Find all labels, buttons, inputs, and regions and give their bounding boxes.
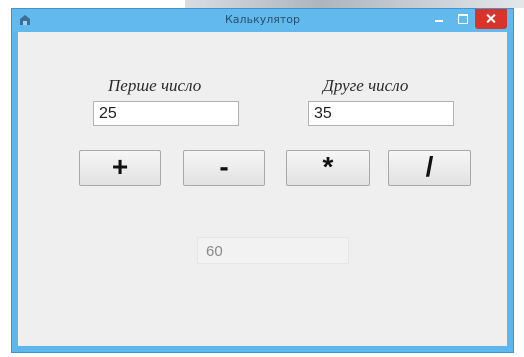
title-bar[interactable]: Калькулятор bbox=[12, 9, 513, 32]
second-number-input[interactable]: 35 bbox=[308, 101, 454, 126]
add-button[interactable]: + bbox=[79, 150, 161, 186]
subtract-button[interactable]: - bbox=[183, 150, 265, 186]
desktop-background bbox=[185, 0, 524, 8]
divide-button[interactable]: / bbox=[388, 150, 471, 186]
maximize-button[interactable] bbox=[451, 9, 475, 29]
second-number-label: Друге число bbox=[323, 76, 409, 95]
result-field: 60 bbox=[197, 237, 349, 264]
minimize-button[interactable] bbox=[427, 9, 451, 29]
client-area: Перше число Друге число 25 35 + - * / 60 bbox=[18, 32, 507, 346]
first-number-input[interactable]: 25 bbox=[93, 101, 239, 126]
calculator-window: Калькулятор Перше число Друге число 25 3… bbox=[11, 8, 514, 353]
close-button[interactable] bbox=[475, 9, 507, 29]
multiply-button[interactable]: * bbox=[286, 150, 370, 186]
first-number-label: Перше число bbox=[108, 76, 202, 95]
